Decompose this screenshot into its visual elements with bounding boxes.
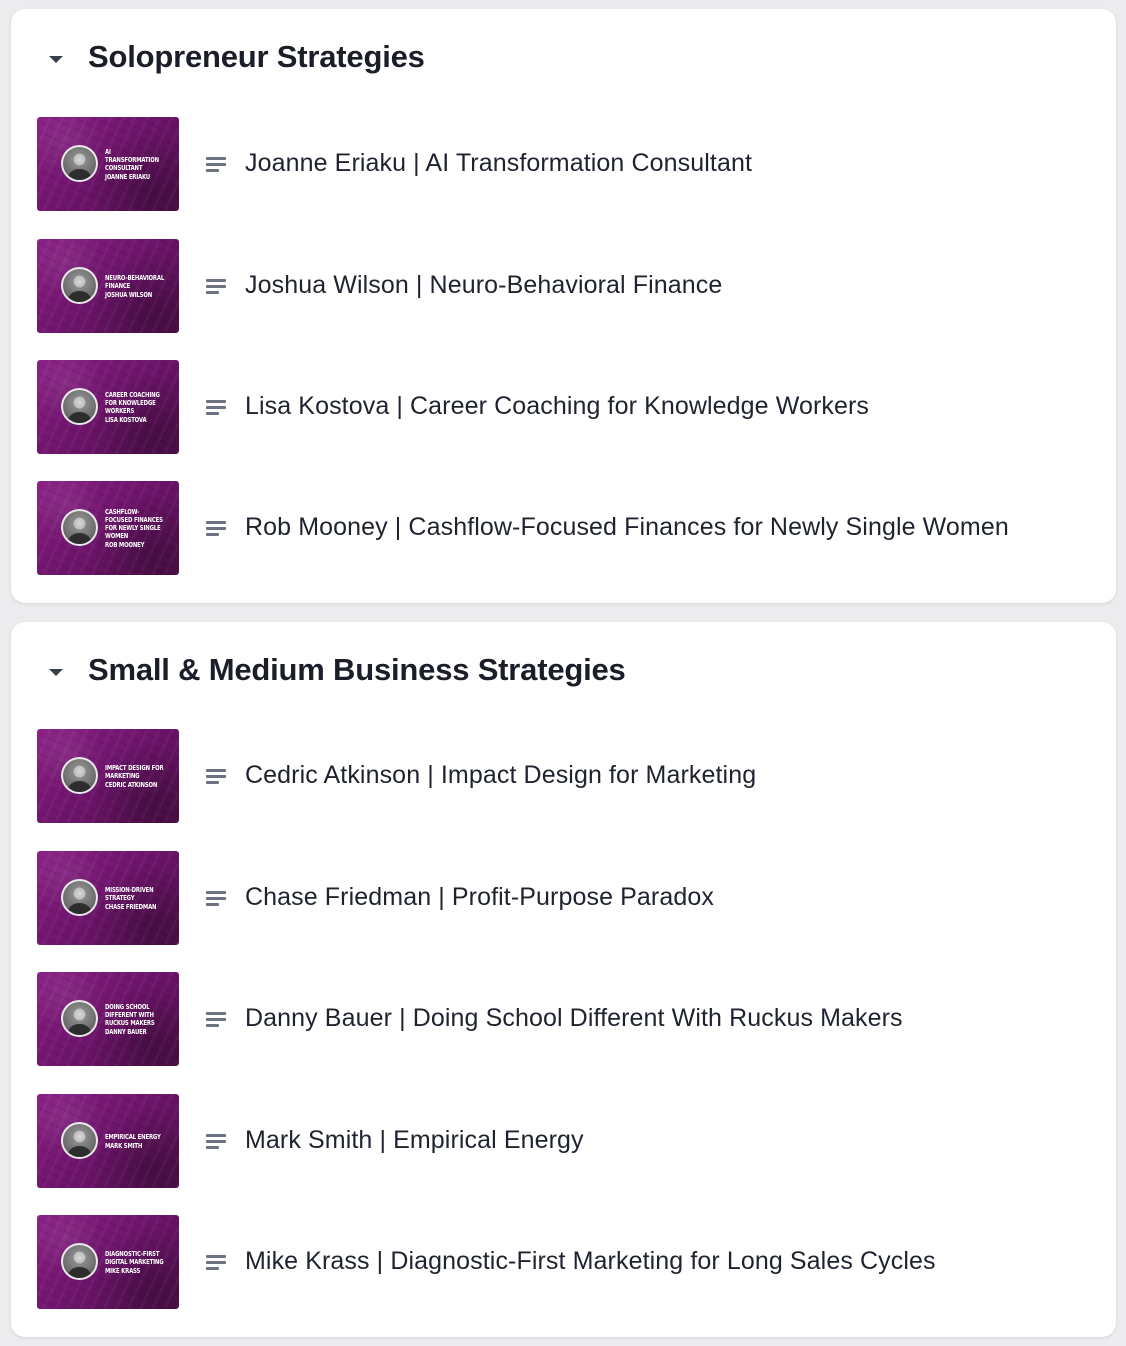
caret-down-icon[interactable]	[49, 669, 63, 676]
thumbnail-topic: AI Transformation Consultant	[105, 147, 159, 172]
lesson-item[interactable]: Impact Design For Marketing Cedric Atkin…	[37, 729, 1097, 825]
thumbnail-caption: Career Coaching For Knowledge Workers Li…	[105, 360, 166, 454]
thumbnail-topic: Neuro-Behavioral Finance	[105, 273, 165, 290]
speaker-photo	[61, 1243, 98, 1280]
text-lines-icon	[206, 279, 226, 295]
lesson-title[interactable]: Cedric Atkinson | Impact Design for Mark…	[245, 761, 756, 790]
lesson-title[interactable]: Mike Krass | Diagnostic-First Marketing …	[245, 1247, 936, 1276]
text-lines-icon	[206, 891, 226, 907]
lesson-title[interactable]: Joshua Wilson | Neuro-Behavioral Finance	[245, 271, 722, 300]
lesson-thumbnail[interactable]: Empirical Energy Mark Smith	[37, 1094, 179, 1188]
lesson-title[interactable]: Lisa Kostova | Career Coaching for Knowl…	[245, 392, 869, 421]
thumbnail-speaker-name: Lisa Kostova	[105, 415, 147, 424]
thumbnail-caption: Neuro-Behavioral Finance Joshua Wilson	[105, 239, 166, 333]
lesson-thumbnail[interactable]: AI Transformation Consultant Joanne Eria…	[37, 117, 179, 211]
thumbnail-topic: Mission-Driven Strategy	[105, 885, 154, 902]
lesson-thumbnail[interactable]: Cashflow-Focused Finances For Newly Sing…	[37, 481, 179, 575]
lesson-thumbnail[interactable]: Diagnostic-First Digital Marketing Mike …	[37, 1215, 179, 1309]
thumbnail-speaker-name: Mark Smith	[105, 1141, 143, 1150]
speaker-photo	[61, 1000, 98, 1037]
lesson-thumbnail[interactable]: Career Coaching For Knowledge Workers Li…	[37, 360, 179, 454]
text-lines-icon	[206, 1012, 226, 1028]
thumbnail-caption: Doing School Different With Ruckus Maker…	[105, 972, 166, 1066]
thumbnail-speaker-name: Chase Friedman	[105, 902, 157, 911]
section-small-medium-business-strategies: Small & Medium Business Strategies Impac…	[11, 622, 1116, 1337]
thumbnail-topic: Impact Design For Marketing	[105, 763, 164, 780]
thumbnail-caption: AI Transformation Consultant Joanne Eria…	[105, 117, 166, 211]
thumbnail-topic: Diagnostic-First Digital Marketing	[105, 1249, 164, 1266]
speaker-photo	[61, 509, 98, 546]
thumbnail-speaker-name: Joshua Wilson	[105, 290, 153, 299]
text-lines-icon	[206, 157, 226, 173]
lesson-item[interactable]: Doing School Different With Ruckus Maker…	[37, 972, 1097, 1068]
lesson-item[interactable]: Mission-Driven Strategy Chase Friedman C…	[37, 851, 1097, 947]
thumbnail-topic: Career Coaching For Knowledge Workers	[105, 390, 160, 415]
lesson-thumbnail[interactable]: Doing School Different With Ruckus Maker…	[37, 972, 179, 1066]
thumbnail-speaker-name: Mike Krass	[105, 1266, 141, 1275]
section-title: Small & Medium Business Strategies	[88, 652, 626, 687]
lesson-item[interactable]: Diagnostic-First Digital Marketing Mike …	[37, 1215, 1097, 1311]
speaker-photo	[61, 879, 98, 916]
text-lines-icon	[206, 1134, 226, 1150]
text-lines-icon	[206, 400, 226, 416]
section-solopreneur-strategies: Solopreneur Strategies AI Transformation…	[11, 9, 1116, 603]
lesson-title[interactable]: Joanne Eriaku | AI Transformation Consul…	[245, 149, 752, 178]
thumbnail-caption: Impact Design For Marketing Cedric Atkin…	[105, 729, 166, 823]
thumbnail-speaker-name: Danny Bauer	[105, 1027, 147, 1036]
thumbnail-caption: Mission-Driven Strategy Chase Friedman	[105, 851, 166, 945]
text-lines-icon	[206, 769, 226, 785]
thumbnail-topic: Doing School Different With Ruckus Maker…	[105, 1002, 155, 1027]
section-header[interactable]: Small & Medium Business Strategies	[11, 622, 1116, 726]
speaker-photo	[61, 1122, 98, 1159]
lesson-item[interactable]: Neuro-Behavioral Finance Joshua Wilson J…	[37, 239, 1097, 335]
caret-down-icon[interactable]	[49, 56, 63, 63]
lesson-item[interactable]: Career Coaching For Knowledge Workers Li…	[37, 360, 1097, 456]
text-lines-icon	[206, 521, 226, 537]
section-title: Solopreneur Strategies	[88, 39, 425, 74]
lesson-thumbnail[interactable]: Impact Design For Marketing Cedric Atkin…	[37, 729, 179, 823]
thumbnail-speaker-name: Joanne Eriaku	[105, 172, 151, 181]
section-header[interactable]: Solopreneur Strategies	[11, 9, 1116, 113]
thumbnail-speaker-name: Rob Mooney	[105, 540, 145, 549]
speaker-photo	[61, 145, 98, 182]
lesson-title[interactable]: Danny Bauer | Doing School Different Wit…	[245, 1004, 903, 1033]
lesson-title[interactable]: Rob Mooney | Cashflow-Focused Finances f…	[245, 513, 1009, 542]
thumbnail-caption: Cashflow-Focused Finances For Newly Sing…	[105, 481, 166, 575]
lesson-thumbnail[interactable]: Neuro-Behavioral Finance Joshua Wilson	[37, 239, 179, 333]
lesson-item[interactable]: AI Transformation Consultant Joanne Eria…	[37, 117, 1097, 213]
thumbnail-caption: Empirical Energy Mark Smith	[105, 1094, 166, 1188]
speaker-photo	[61, 388, 98, 425]
lesson-thumbnail[interactable]: Mission-Driven Strategy Chase Friedman	[37, 851, 179, 945]
thumbnail-topic: Empirical Energy	[105, 1132, 161, 1141]
lesson-title[interactable]: Mark Smith | Empirical Energy	[245, 1126, 584, 1155]
lesson-item[interactable]: Cashflow-Focused Finances For Newly Sing…	[37, 481, 1097, 577]
lesson-item[interactable]: Empirical Energy Mark Smith Mark Smith |…	[37, 1094, 1097, 1190]
thumbnail-speaker-name: Cedric Atkinson	[105, 780, 158, 789]
thumbnail-topic: Cashflow-Focused Finances For Newly Sing…	[105, 507, 163, 540]
lesson-title[interactable]: Chase Friedman | Profit-Purpose Paradox	[245, 883, 714, 912]
thumbnail-caption: Diagnostic-First Digital Marketing Mike …	[105, 1215, 166, 1309]
text-lines-icon	[206, 1255, 226, 1271]
speaker-photo	[61, 267, 98, 304]
speaker-photo	[61, 757, 98, 794]
